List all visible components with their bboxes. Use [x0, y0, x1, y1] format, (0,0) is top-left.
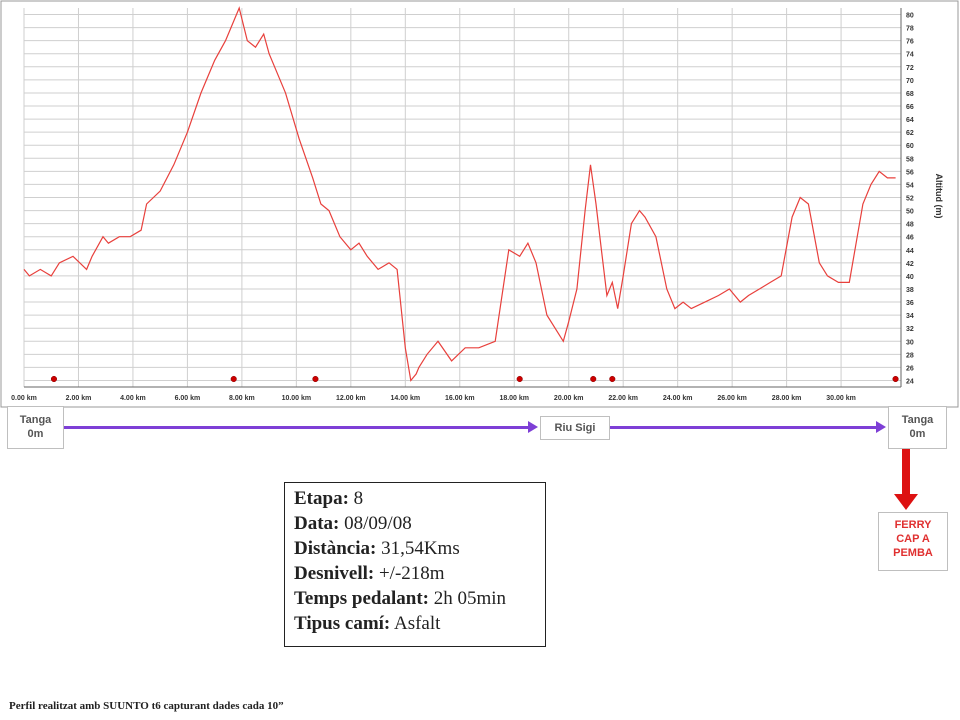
ferry-line-2: CAP A [896, 533, 930, 545]
altitude-chart: 24 26 28 30 32 34 36 38 40 42 44 46 48 50 52 54 56 58 60 62… [0, 0, 959, 408]
start-place-box: Tanga 0m [7, 406, 64, 449]
x-tick-label: 6.00 km [175, 395, 201, 402]
x-tick-label: 24.00 km [663, 395, 693, 402]
x-tick-label: 18.00 km [499, 395, 529, 402]
y-tick-label: 70 [906, 78, 914, 85]
desnivell-value: +/-218m [378, 563, 445, 584]
etapa-row: Etapa: 8 [294, 486, 545, 511]
y-tick-label: 78 [906, 26, 914, 33]
waypoint-marker [230, 375, 237, 383]
y-tick-label: 74 [906, 52, 914, 59]
y-tick-label: 76 [906, 39, 914, 46]
x-tick-label: 16.00 km [445, 395, 475, 402]
y-tick-label: 40 [906, 274, 914, 281]
y-axis-ticks: 24 26 28 30 32 34 36 38 40 42 44 46 48 50 52 54 56 58 60 62… [906, 13, 914, 386]
waypoint-marker [590, 375, 597, 383]
mid-place-box: Riu Sigi [540, 416, 610, 440]
waypoint-marker [312, 375, 319, 383]
y-tick-label: 28 [906, 352, 914, 359]
x-tick-label: 12.00 km [336, 395, 366, 402]
waypoint-marker [609, 375, 616, 383]
data-value: 08/09/08 [344, 513, 412, 534]
waypoint-marker [516, 375, 523, 383]
x-tick-label: 10.00 km [282, 395, 312, 402]
start-place-altitude: 0m [27, 428, 44, 440]
ferry-line-1: FERRY [894, 519, 932, 531]
y-tick-label: 38 [906, 287, 914, 294]
distancia-value: 31,54Kms [381, 538, 460, 559]
y-tick-label: 52 [906, 196, 914, 203]
y-tick-label: 36 [906, 300, 914, 307]
data-row: Data: 08/09/08 [294, 511, 545, 536]
y-tick-label: 72 [906, 65, 914, 72]
distancia-label: Distància: [294, 538, 377, 559]
x-tick-label: 22.00 km [608, 395, 638, 402]
cami-label: Tipus camí: [294, 613, 391, 634]
y-axis-label: Altitud (m) [934, 174, 944, 219]
y-tick-label: 44 [906, 248, 914, 255]
y-tick-label: 34 [906, 313, 914, 320]
mid-place-name: Riu Sigi [554, 422, 596, 434]
x-tick-label: 26.00 km [717, 395, 747, 402]
y-tick-label: 56 [906, 169, 914, 176]
x-tick-label: 20.00 km [554, 395, 584, 402]
waypoint-marker [50, 375, 58, 383]
etapa-label: Etapa: [294, 488, 349, 509]
desnivell-row: Desnivell: +/-218m [294, 561, 545, 586]
cami-value: Asfalt [393, 613, 441, 634]
temps-row: Temps pedalant: 2h 05min [294, 586, 545, 611]
y-tick-label: 48 [906, 222, 914, 229]
y-tick-label: 32 [906, 326, 914, 333]
x-tick-label: 14.00 km [391, 395, 421, 402]
distancia-row: Distància: 31,54Kms [294, 536, 545, 561]
x-tick-label: 30.00 km [826, 395, 856, 402]
y-tick-label: 60 [906, 143, 914, 150]
y-tick-label: 68 [906, 91, 914, 98]
y-tick-label: 80 [906, 13, 914, 20]
start-place-name: Tanga [19, 414, 52, 426]
ferry-arrow-shaft [902, 449, 910, 495]
stage-info-box: Etapa: 8 Data: 08/09/08 Distància: 31,54… [284, 482, 546, 647]
x-tick-label: 8.00 km [229, 395, 255, 402]
route-arrowhead-mid [528, 421, 538, 433]
y-tick-label: 62 [906, 130, 914, 137]
temps-label: Temps pedalant: [294, 588, 429, 609]
etapa-value: 8 [353, 488, 364, 509]
temps-value: 2h 05min [433, 588, 507, 609]
end-place-altitude: 0m [909, 428, 926, 440]
y-tick-label: 46 [906, 235, 914, 242]
route-line-mid-to-end [610, 426, 876, 429]
route-line-start-to-mid [64, 426, 528, 429]
y-tick-label: 58 [906, 156, 914, 163]
y-tick-label: 54 [906, 182, 914, 189]
y-tick-label: 50 [906, 209, 914, 216]
y-tick-label: 24 [906, 378, 914, 385]
y-tick-label: 66 [906, 104, 914, 111]
route-arrowhead-end [876, 421, 886, 433]
x-tick-label: 28.00 km [772, 395, 802, 402]
y-tick-label: 26 [906, 365, 914, 372]
y-tick-label: 64 [906, 117, 914, 124]
data-label: Data: [294, 513, 340, 534]
x-tick-label: 2.00 km [66, 395, 92, 402]
waypoint-marker [892, 375, 899, 383]
desnivell-label: Desnivell: [294, 563, 375, 584]
ferry-arrow-head [894, 494, 918, 510]
end-place-box: Tanga 0m [888, 406, 947, 449]
chart-frame [0, 0, 959, 408]
ferry-box: FERRY CAP A PEMBA [878, 512, 948, 571]
footer-note: Perfil realitzat amb SUUNTO t6 capturant… [9, 700, 284, 712]
x-tick-label: 4.00 km [120, 395, 146, 402]
y-tick-label: 30 [906, 339, 914, 346]
ferry-line-3: PEMBA [893, 547, 933, 559]
y-tick-label: 42 [906, 261, 914, 268]
end-place-name: Tanga [901, 414, 934, 426]
x-tick-label: 0.00 km [11, 395, 37, 402]
cami-row: Tipus camí: Asfalt [294, 611, 545, 636]
